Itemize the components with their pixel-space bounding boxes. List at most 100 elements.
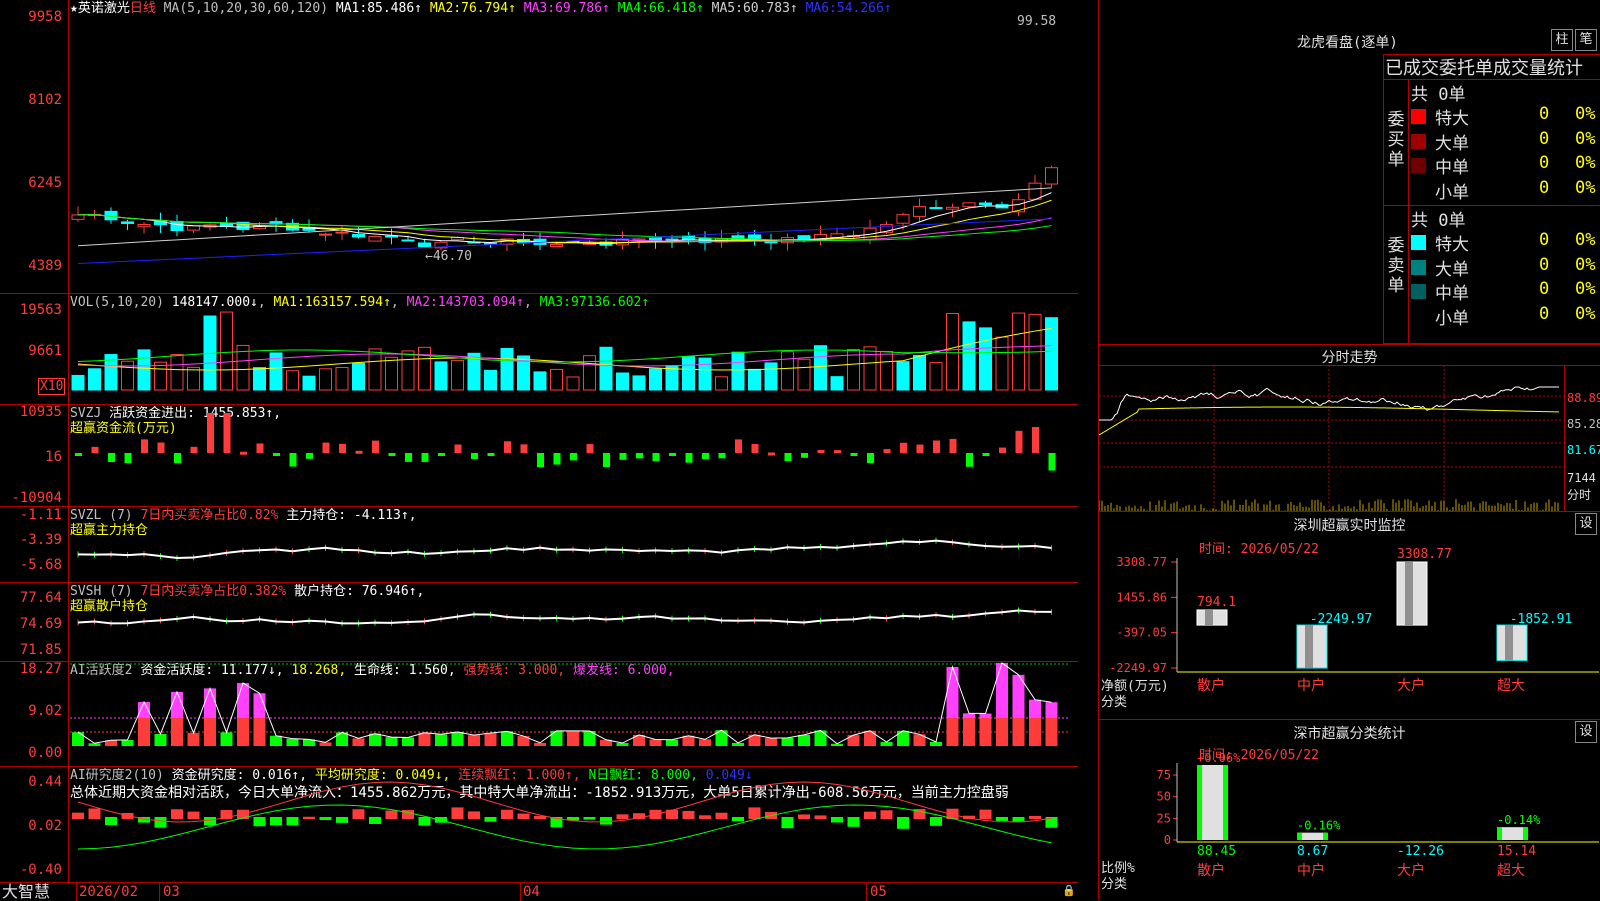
fenshi-ytick: 7144 <box>1567 471 1596 485</box>
svzl-chart[interactable] <box>70 507 1078 582</box>
candle <box>1045 167 1058 185</box>
research-bar <box>748 807 761 819</box>
monitor-ytick: 3308.77 <box>1116 555 1167 569</box>
volume-chart[interactable] <box>70 294 1078 404</box>
ai-research-panel[interactable]: AI研究度2(10) 资金研究度: 0.016↑, 平均研究度: 0.049↓,… <box>0 767 1078 882</box>
flow-bar <box>240 451 247 455</box>
activity-bar <box>171 718 183 746</box>
volume-bar <box>368 348 382 391</box>
volume-bar <box>418 346 431 391</box>
lock-icon[interactable]: 🔒 <box>1062 884 1076 897</box>
candle <box>368 235 382 242</box>
sell-total: 共 0单 <box>1411 211 1466 231</box>
flow-bar <box>388 453 396 457</box>
activity-bar <box>781 737 794 746</box>
volume-bar <box>220 311 233 391</box>
fenshi-chart[interactable] <box>1099 365 1565 512</box>
sell-row-label: 小单 <box>1435 308 1469 329</box>
flow-bar <box>223 413 231 453</box>
kline-panel[interactable]: ★英诺激光日线 MA(5,10,20,30,60,120) MA1:85.486… <box>0 0 1078 293</box>
sell-row-swatch <box>1411 259 1426 275</box>
divider <box>0 766 1078 767</box>
classify-value: 15.14 <box>1497 844 1536 859</box>
monitor-bar-shade <box>1505 625 1513 661</box>
volume-bar <box>500 347 514 391</box>
candle <box>913 206 926 217</box>
research-bar <box>517 813 530 819</box>
research-bar <box>732 817 744 822</box>
candle <box>896 214 910 224</box>
ai-activity-panel[interactable]: AI活跃度2 资金活跃度: 11.177↓, 18.268, 生命线: 1.56… <box>0 662 1078 766</box>
fenshi-panel[interactable]: 分时走势 88.89 85.28 81.67 7144 分时 <box>1099 344 1600 512</box>
volume-panel[interactable]: VOL(5,10,20) 148147.000↓, MA1:163157.594… <box>0 294 1078 404</box>
classify-ytick: 75 <box>1157 768 1171 782</box>
monitor-panel: 深圳超赢实时监控 设 时间: 2026/05/22 3308.77 1455.86… <box>1099 511 1600 719</box>
volume-bar <box>913 355 926 391</box>
fenshi-ytick: 88.89 <box>1567 391 1600 405</box>
flow-bar <box>883 449 891 453</box>
svzl-panel[interactable]: SVZL (7) 7日内买卖净占比0.82% 主力持仓: -4.113↑, 超赢… <box>0 507 1078 582</box>
classify-bar-edge <box>1297 832 1302 840</box>
flow-bar <box>372 440 379 453</box>
svsh-chart[interactable] <box>70 583 1078 661</box>
ai2-ytick: 0.02 <box>28 818 62 834</box>
vol-ytick: 9661 <box>28 343 62 359</box>
ai-activity-chart[interactable] <box>70 662 1078 766</box>
volume-bar <box>814 345 827 391</box>
ai1-ytick: 18.27 <box>19 661 62 677</box>
monitor-bar-label: -1852.91 <box>1510 612 1573 627</box>
volume-bar <box>748 368 761 391</box>
classify-xlabel: 分类 <box>1101 877 1128 892</box>
svsh-panel[interactable]: SVSH (7) 7日内买卖净占比0.382% 散户持仓: 76.946↑, 超… <box>0 583 1078 661</box>
kline-chart[interactable] <box>70 0 1078 293</box>
candle <box>71 214 85 220</box>
research-bar <box>831 817 843 823</box>
flow-bar <box>850 453 858 456</box>
ai-research-chart[interactable] <box>70 767 1078 882</box>
svzj-panel[interactable]: SVZJ 活跃资金进出: 1455.853↑, 超赢资金流(万元) 10935 … <box>0 405 1078 506</box>
kline-ytick: 9958 <box>28 9 62 25</box>
research-bar <box>682 810 695 819</box>
flow-bar <box>273 453 280 456</box>
flow-bar <box>933 440 940 453</box>
fenshi-ytick: 85.28 <box>1567 417 1600 431</box>
sell-row-pct: 0% <box>1575 230 1596 250</box>
volume-bar <box>995 336 1009 391</box>
flow-bar <box>636 453 643 459</box>
activity-bar <box>682 735 695 746</box>
svzj-ytick: 10935 <box>19 404 62 420</box>
activity-bar <box>154 733 167 746</box>
activity-bar <box>204 688 216 718</box>
flow-bar <box>207 413 214 453</box>
volume-bar <box>88 368 101 391</box>
volume-bar <box>352 362 365 391</box>
research-bar <box>1029 815 1041 819</box>
activity-bar <box>72 732 84 746</box>
x-date-label: 2026/02 <box>79 884 139 900</box>
lhb-header: 已成交委托单成交量统计 <box>1385 58 1583 79</box>
candle <box>137 223 151 228</box>
flow-bar <box>141 439 148 453</box>
y-axis-line <box>68 0 69 882</box>
flow-bar <box>91 446 99 453</box>
bar-mode-button[interactable]: 柱 <box>1551 29 1573 51</box>
activity-bar <box>237 718 249 746</box>
research-bar <box>418 817 431 826</box>
tick-mode-button[interactable]: 笔 <box>1575 29 1597 51</box>
flow-bar <box>652 453 660 462</box>
activity-bar <box>187 732 200 746</box>
svzj-chart[interactable] <box>70 405 1078 506</box>
buy-row-label: 特大 <box>1435 109 1469 129</box>
ai1-ytick: 0.00 <box>28 745 62 761</box>
lhb-title: 龙虎看盘(逐单) <box>1297 35 1398 51</box>
research-bar <box>385 810 398 819</box>
flow-bar <box>339 443 346 453</box>
svzj-ytick: 16 <box>45 449 62 465</box>
buy-group-label: 委买单 <box>1387 110 1405 170</box>
volume-bar <box>715 376 728 391</box>
volume-bar <box>385 356 398 391</box>
monitor-ytick: -2249.97 <box>1109 661 1167 675</box>
research-bar <box>303 816 315 819</box>
activity-bar <box>253 693 266 718</box>
buy-total: 共 0单 <box>1411 85 1466 105</box>
